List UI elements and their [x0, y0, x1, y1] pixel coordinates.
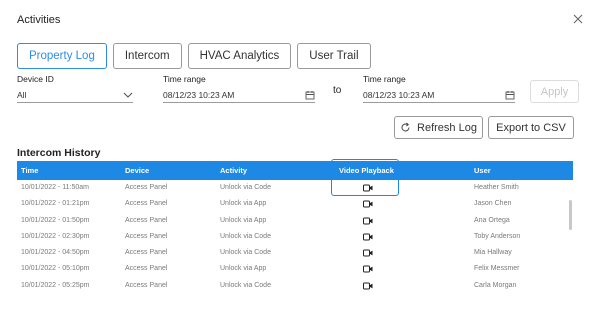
tab-user-trail[interactable]: User Trail: [297, 43, 371, 69]
cell-device: Access Panel: [125, 200, 168, 208]
time-range-from-field[interactable]: 08/12/23 10:23 AM: [163, 87, 315, 103]
video-camera-icon[interactable]: [363, 249, 373, 257]
cell-device: Access Panel: [125, 216, 168, 224]
tab-property-log[interactable]: Property Log: [17, 43, 107, 69]
cell-user: Carla Morgan: [474, 281, 517, 289]
cell-device: Access Panel: [125, 265, 168, 273]
video-camera-icon[interactable]: [363, 282, 373, 290]
table-row[interactable]: 10/01/2022 - 04:50pm Access Panel Unlock…: [17, 245, 573, 261]
column-header-device[interactable]: Device: [125, 161, 149, 180]
cell-time: 10/01/2022 - 01:21pm: [21, 200, 90, 208]
cell-time: 10/01/2022 - 05:25pm: [21, 281, 90, 289]
cell-device: Access Panel: [125, 249, 168, 257]
time-range-from-value: 08/12/23 10:23 AM: [163, 89, 235, 100]
column-header-time[interactable]: Time: [21, 161, 38, 180]
chevron-down-icon: [123, 92, 133, 98]
cell-time: 10/01/2022 - 02:30pm: [21, 232, 90, 240]
table-body: 10/01/2022 - 11:50am Access Panel Unlock…: [17, 180, 573, 294]
cell-device: Access Panel: [125, 232, 168, 240]
table-row[interactable]: 10/01/2022 - 05:10pm Access Panel Unlock…: [17, 261, 573, 277]
close-icon[interactable]: [571, 12, 585, 26]
video-camera-icon[interactable]: [363, 233, 373, 241]
table-row[interactable]: 10/01/2022 - 01:50pm Access Panel Unlock…: [17, 213, 573, 229]
cell-activity: Unlock via Code: [220, 281, 271, 289]
refresh-log-label: Refresh Log: [417, 121, 477, 134]
video-camera-icon[interactable]: [363, 200, 373, 208]
cell-user: Toby Anderson: [474, 232, 521, 240]
table-row[interactable]: 10/01/2022 - 02:30pm Access Panel Unlock…: [17, 229, 573, 245]
table-row[interactable]: 10/01/2022 - 01:21pm Access Panel Unlock…: [17, 196, 573, 212]
tab-intercom[interactable]: Intercom: [112, 43, 182, 69]
device-id-label: Device ID: [17, 74, 54, 84]
cell-activity: Unlock via App: [220, 265, 267, 273]
video-camera-icon[interactable]: [363, 184, 373, 192]
cell-activity: Unlock via App: [220, 200, 267, 208]
calendar-icon[interactable]: [505, 90, 515, 100]
cell-time: 10/01/2022 - 11:50am: [21, 184, 89, 191]
refresh-log-button[interactable]: Refresh Log: [394, 116, 483, 139]
activities-dialog: Activities Property Log Intercom HVAC An…: [0, 0, 600, 310]
cell-time: 10/01/2022 - 04:50pm: [21, 249, 90, 257]
device-id-value: All: [17, 89, 27, 100]
time-range-from-label: Time range: [163, 74, 206, 84]
cell-activity: Unlock via Code: [220, 184, 271, 191]
tab-bar: Property Log Intercom HVAC Analytics Use…: [17, 43, 377, 69]
video-camera-icon[interactable]: [363, 265, 373, 273]
cell-device: Access Panel: [125, 281, 168, 289]
section-title: Intercom History: [17, 147, 101, 159]
table-row[interactable]: 10/01/2022 - 05:25pm Access Panel Unlock…: [17, 278, 573, 294]
table-row[interactable]: 10/01/2022 - 11:50am Access Panel Unlock…: [17, 180, 573, 196]
cell-activity: Unlock via App: [220, 216, 267, 224]
cell-user: Heather Smith: [474, 184, 519, 191]
column-header-user[interactable]: User: [474, 161, 491, 180]
tab-hvac-analytics[interactable]: HVAC Analytics: [187, 43, 292, 69]
cell-user: Felix Messmer: [474, 265, 520, 273]
cell-user: Mia Hallway: [474, 249, 512, 257]
cell-user: Ana Ortega: [474, 216, 510, 224]
apply-button[interactable]: Apply: [530, 80, 579, 103]
column-header-activity[interactable]: Activity: [220, 161, 247, 180]
calendar-icon[interactable]: [305, 90, 315, 100]
table-header: Time Device Activity Video Playback User: [17, 161, 573, 180]
video-camera-icon[interactable]: [363, 217, 373, 225]
time-range-to-value: 08/12/23 10:23 AM: [363, 89, 435, 100]
range-separator: to: [333, 85, 342, 96]
cell-time: 10/01/2022 - 01:50pm: [21, 216, 90, 224]
cell-user: Jason Chen: [474, 200, 512, 208]
cell-time: 10/01/2022 - 05:10pm: [21, 265, 90, 273]
cell-device: Access Panel: [125, 184, 168, 191]
refresh-icon: [400, 122, 411, 133]
scrollbar[interactable]: [569, 200, 572, 230]
export-csv-button[interactable]: Export to CSV: [488, 116, 574, 139]
cell-activity: Unlock via Code: [220, 249, 271, 257]
dialog-title: Activities: [17, 14, 61, 26]
time-range-to-label: Time range: [363, 74, 406, 84]
device-id-select[interactable]: All: [17, 87, 133, 103]
cell-activity: Unlock via Code: [220, 232, 271, 240]
time-range-to-field[interactable]: 08/12/23 10:23 AM: [363, 87, 515, 103]
